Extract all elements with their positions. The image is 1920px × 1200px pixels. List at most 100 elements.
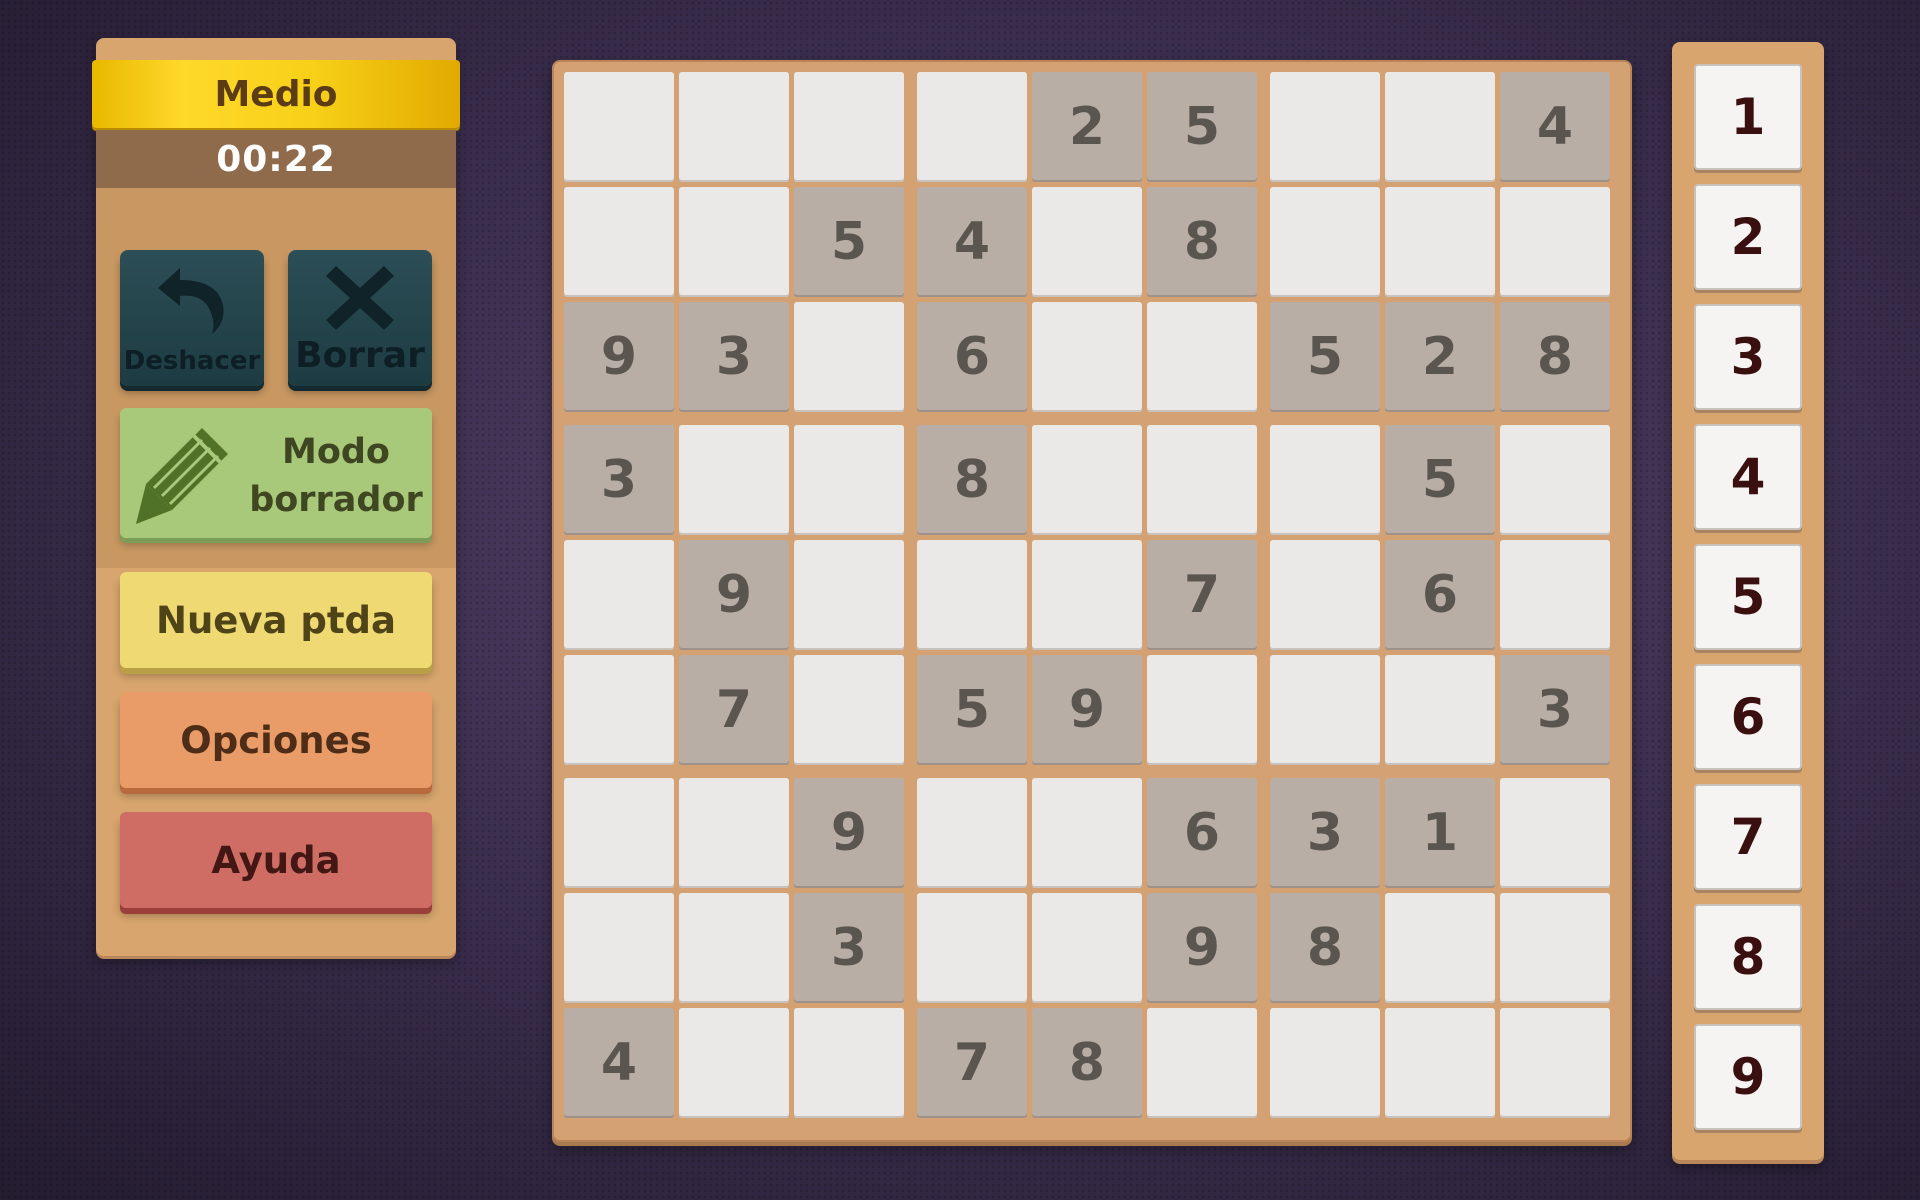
sudoku-cell-r6-c3[interactable] — [794, 655, 904, 765]
sudoku-cell-r6-c1[interactable] — [564, 655, 674, 765]
sudoku-cell-r3-c3[interactable] — [794, 302, 904, 412]
sudoku-cell-r7-c9[interactable] — [1500, 778, 1610, 888]
sudoku-cell-r3-c4[interactable]: 6 — [917, 302, 1027, 412]
sudoku-cell-r7-c7[interactable]: 3 — [1270, 778, 1380, 888]
sudoku-cell-r2-c2[interactable] — [679, 187, 789, 297]
sudoku-cell-r1-c3[interactable] — [794, 72, 904, 182]
sudoku-cell-r6-c6[interactable] — [1147, 655, 1257, 765]
sudoku-cell-r6-c5[interactable]: 9 — [1032, 655, 1142, 765]
number-button-1[interactable]: 1 — [1694, 64, 1802, 170]
sudoku-cell-r7-c8[interactable]: 1 — [1385, 778, 1495, 888]
sudoku-cell-r1-c6[interactable]: 5 — [1147, 72, 1257, 182]
sudoku-cell-r9-c2[interactable] — [679, 1008, 789, 1118]
sudoku-cell-r4-c9[interactable] — [1500, 425, 1610, 535]
sudoku-cell-r1-c9[interactable]: 4 — [1500, 72, 1610, 182]
sudoku-cell-r2-c5[interactable] — [1032, 187, 1142, 297]
sudoku-cell-r8-c6[interactable]: 9 — [1147, 893, 1257, 1003]
sudoku-cell-r4-c4[interactable]: 8 — [917, 425, 1027, 535]
sudoku-cell-r5-c8[interactable]: 6 — [1385, 540, 1495, 650]
sudoku-cell-r9-c3[interactable] — [794, 1008, 904, 1118]
sudoku-cell-r9-c5[interactable]: 8 — [1032, 1008, 1142, 1118]
sudoku-cell-r5-c2[interactable]: 9 — [679, 540, 789, 650]
sudoku-cell-r6-c7[interactable] — [1270, 655, 1380, 765]
sudoku-cell-r4-c3[interactable] — [794, 425, 904, 535]
sudoku-cell-r7-c3[interactable]: 9 — [794, 778, 904, 888]
number-button-4[interactable]: 4 — [1694, 424, 1802, 530]
pencil-icon — [136, 428, 228, 524]
sudoku-cell-r2-c4[interactable]: 4 — [917, 187, 1027, 297]
sudoku-cell-r2-c6[interactable]: 8 — [1147, 187, 1257, 297]
undo-button[interactable]: Deshacer — [120, 250, 264, 386]
sudoku-cell-r8-c5[interactable] — [1032, 893, 1142, 1003]
sudoku-cell-r4-c5[interactable] — [1032, 425, 1142, 535]
sudoku-cell-r5-c7[interactable] — [1270, 540, 1380, 650]
sudoku-cell-r3-c9[interactable]: 8 — [1500, 302, 1610, 412]
sudoku-cell-r7-c4[interactable] — [917, 778, 1027, 888]
sudoku-cell-r6-c9[interactable]: 3 — [1500, 655, 1610, 765]
sudoku-cell-r3-c8[interactable]: 2 — [1385, 302, 1495, 412]
sudoku-cell-r3-c1[interactable]: 9 — [564, 302, 674, 412]
sudoku-cell-r1-c1[interactable] — [564, 72, 674, 182]
control-panel: Medio 00:22 Deshacer Borrar Modo borrado… — [92, 38, 460, 956]
sudoku-cell-r4-c6[interactable] — [1147, 425, 1257, 535]
clear-label: Borrar — [295, 335, 425, 376]
sudoku-cell-r8-c4[interactable] — [917, 893, 1027, 1003]
sudoku-cell-r1-c4[interactable] — [917, 72, 1027, 182]
sudoku-cell-r2-c7[interactable] — [1270, 187, 1380, 297]
eraser-mode-button[interactable]: Modo borrador — [120, 408, 432, 538]
sudoku-cell-r5-c1[interactable] — [564, 540, 674, 650]
sudoku-cell-r8-c2[interactable] — [679, 893, 789, 1003]
number-button-2[interactable]: 2 — [1694, 184, 1802, 290]
number-button-3[interactable]: 3 — [1694, 304, 1802, 410]
sudoku-cell-r9-c1[interactable]: 4 — [564, 1008, 674, 1118]
sudoku-cell-r8-c1[interactable] — [564, 893, 674, 1003]
sudoku-cell-r9-c6[interactable] — [1147, 1008, 1257, 1118]
number-button-9[interactable]: 9 — [1694, 1024, 1802, 1130]
sudoku-cell-r2-c1[interactable] — [564, 187, 674, 297]
sudoku-cell-r5-c9[interactable] — [1500, 540, 1610, 650]
sudoku-cell-r8-c9[interactable] — [1500, 893, 1610, 1003]
undo-arrow-icon — [120, 260, 264, 336]
sudoku-cell-r1-c8[interactable] — [1385, 72, 1495, 182]
number-button-7[interactable]: 7 — [1694, 784, 1802, 890]
sudoku-cell-r7-c5[interactable] — [1032, 778, 1142, 888]
sudoku-cell-r5-c6[interactable]: 7 — [1147, 540, 1257, 650]
sudoku-cell-r8-c7[interactable]: 8 — [1270, 893, 1380, 1003]
sudoku-cell-r4-c2[interactable] — [679, 425, 789, 535]
sudoku-cell-r8-c3[interactable]: 3 — [794, 893, 904, 1003]
sudoku-cell-r1-c7[interactable] — [1270, 72, 1380, 182]
sudoku-cell-r7-c1[interactable] — [564, 778, 674, 888]
sudoku-cell-r6-c4[interactable]: 5 — [917, 655, 1027, 765]
sudoku-cell-r5-c3[interactable] — [794, 540, 904, 650]
sudoku-cell-r9-c7[interactable] — [1270, 1008, 1380, 1118]
help-button[interactable]: Ayuda — [120, 812, 432, 908]
sudoku-cell-r3-c6[interactable] — [1147, 302, 1257, 412]
sudoku-cell-r4-c8[interactable]: 5 — [1385, 425, 1495, 535]
sudoku-cell-r7-c6[interactable]: 6 — [1147, 778, 1257, 888]
sudoku-cell-r3-c7[interactable]: 5 — [1270, 302, 1380, 412]
sudoku-cell-r3-c5[interactable] — [1032, 302, 1142, 412]
sudoku-cell-r9-c9[interactable] — [1500, 1008, 1610, 1118]
sudoku-cell-r9-c4[interactable]: 7 — [917, 1008, 1027, 1118]
sudoku-cell-r6-c2[interactable]: 7 — [679, 655, 789, 765]
options-button[interactable]: Opciones — [120, 692, 432, 788]
sudoku-cell-r2-c3[interactable]: 5 — [794, 187, 904, 297]
sudoku-cell-r1-c2[interactable] — [679, 72, 789, 182]
sudoku-cell-r5-c4[interactable] — [917, 540, 1027, 650]
sudoku-cell-r2-c9[interactable] — [1500, 187, 1610, 297]
sudoku-cell-r3-c2[interactable]: 3 — [679, 302, 789, 412]
number-button-6[interactable]: 6 — [1694, 664, 1802, 770]
sudoku-cell-r6-c8[interactable] — [1385, 655, 1495, 765]
sudoku-cell-r4-c7[interactable] — [1270, 425, 1380, 535]
sudoku-cell-r5-c5[interactable] — [1032, 540, 1142, 650]
sudoku-cell-r4-c1[interactable]: 3 — [564, 425, 674, 535]
number-button-5[interactable]: 5 — [1694, 544, 1802, 650]
number-button-8[interactable]: 8 — [1694, 904, 1802, 1010]
clear-button[interactable]: Borrar — [288, 250, 432, 386]
sudoku-cell-r2-c8[interactable] — [1385, 187, 1495, 297]
sudoku-cell-r8-c8[interactable] — [1385, 893, 1495, 1003]
sudoku-cell-r1-c5[interactable]: 2 — [1032, 72, 1142, 182]
sudoku-cell-r7-c2[interactable] — [679, 778, 789, 888]
new-game-button[interactable]: Nueva ptda — [120, 572, 432, 668]
sudoku-cell-r9-c8[interactable] — [1385, 1008, 1495, 1118]
